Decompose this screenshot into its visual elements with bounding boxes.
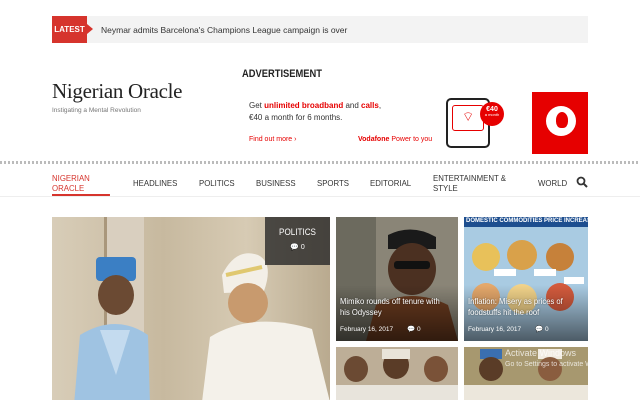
- story-card-mimiko[interactable]: Mimiko rounds off tenure with his Odysse…: [336, 217, 458, 341]
- nav-item-headlines[interactable]: HEADLINES: [133, 170, 177, 196]
- nav-item-world[interactable]: WORLD: [538, 170, 567, 196]
- story-meta: February 16, 2017 💬 0: [468, 326, 549, 333]
- vodafone-logo: [532, 92, 588, 154]
- advert-line-2: €40 a month for 6 months.: [249, 113, 343, 122]
- nav-item-entertainment-style[interactable]: ENTERTAINMENT & STYLE: [433, 170, 514, 196]
- advert-line-1: Get unlimited broadband and calls,: [249, 101, 382, 110]
- ticker-headline-link[interactable]: Neymar admits Barcelona's Champions Leag…: [101, 25, 347, 35]
- windows-activation-watermark: Activate Windows Go to Settings to activ…: [505, 348, 616, 368]
- comment-icon: 💬: [290, 244, 299, 251]
- featured-person-left: [74, 257, 150, 400]
- nav-bottom-border: [0, 196, 640, 197]
- price-badge: €40 a month: [480, 102, 504, 126]
- nav-item-nigerian-oracle[interactable]: NIGERIAN ORACLE: [52, 170, 111, 196]
- comment-icon: 💬: [407, 326, 416, 333]
- vodafone-advert-banner[interactable]: Get unlimited broadband and calls, €40 a…: [242, 92, 588, 154]
- nav-item-politics[interactable]: POLITICS: [199, 170, 235, 196]
- story-title[interactable]: Inflation: Misery as prices of foodstuff…: [468, 296, 571, 318]
- advertisement-heading: ADVERTISEMENT: [242, 68, 323, 80]
- advert-vodafone-slogan: Vodafone Power to you: [358, 136, 433, 143]
- category-badge-politics[interactable]: POLITICS 💬 0: [265, 217, 330, 265]
- commodities-banner: DOMESTIC COMMODITIES PRICE INCREASE: [466, 218, 588, 224]
- latest-label: LATEST: [52, 16, 93, 43]
- nav-item-business[interactable]: BUSINESS: [256, 170, 296, 196]
- story-meta: February 16, 2017 💬 0: [340, 326, 421, 333]
- story-card-inflation[interactable]: DOMESTIC COMMODITIES PRICE INCREASE Infl…: [464, 217, 588, 341]
- site-title[interactable]: Nigerian Oracle: [52, 79, 182, 104]
- nav-item-sports[interactable]: SPORTS: [317, 170, 349, 196]
- story-image-4: [336, 347, 458, 400]
- story-title[interactable]: Mimiko rounds off tenure with his Odysse…: [340, 296, 441, 318]
- story-card-4[interactable]: [336, 347, 458, 400]
- search-icon[interactable]: [576, 176, 588, 188]
- main-navigation: NIGERIAN ORACLE HEADLINES POLITICS BUSIN…: [52, 170, 588, 196]
- comment-icon: 💬: [535, 326, 544, 333]
- site-tagline: Instigating a Mental Revolution: [52, 107, 141, 114]
- site-logo[interactable]: Nigerian Oracle Instigating a Mental Rev…: [52, 79, 182, 114]
- header-divider: [0, 161, 640, 164]
- nav-item-editorial[interactable]: EDITORIAL: [370, 170, 411, 196]
- latest-ticker: LATEST Neymar admits Barcelona's Champio…: [52, 16, 588, 43]
- advert-find-more-link[interactable]: Find out more ›: [249, 136, 296, 143]
